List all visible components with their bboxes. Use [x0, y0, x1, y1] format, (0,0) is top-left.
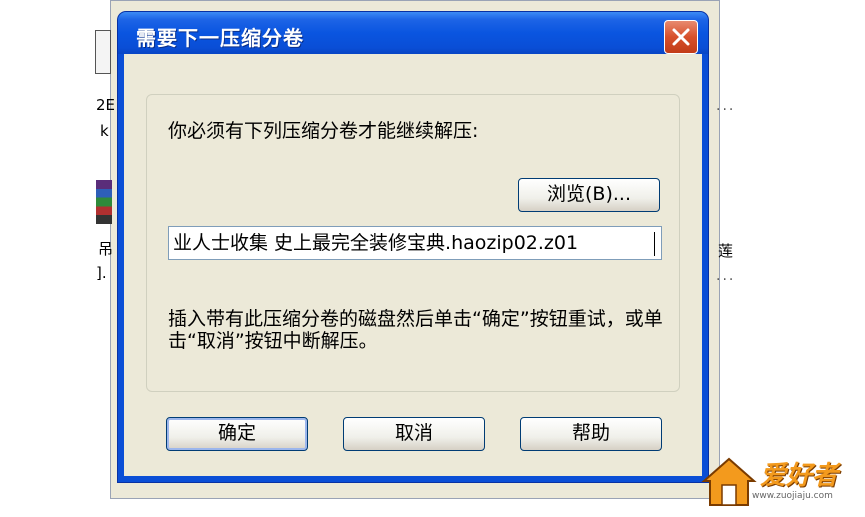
dialog-body: 你必须有下列压缩分卷才能继续解压: 浏览(B)... 业人士收集 史上最完全装修… [124, 54, 702, 476]
file-icon [95, 30, 111, 74]
bg-text-fragment: k [100, 122, 109, 140]
bg-text-fragment: 莲 [718, 242, 734, 260]
close-button[interactable] [664, 20, 698, 54]
instruction-text: 插入带有此压缩分卷的磁盘然后单击“确定”按钮重试，或单击“取消”按钮中断解压。 [168, 308, 663, 352]
house-logo-icon [701, 457, 757, 506]
volume-path-value: 业人士收集 史上最完全装修宝典.haozip02.z01 [173, 232, 579, 254]
bg-text-fragment: ... [716, 98, 736, 114]
site-watermark-logo: 爱好者 www.zuojiaju.com [700, 455, 860, 510]
bg-text-fragment: 2E [96, 96, 116, 114]
help-button[interactable]: 帮助 [520, 417, 662, 451]
volume-path-input[interactable]: 业人士收集 史上最完全装修宝典.haozip02.z01 [168, 226, 662, 260]
browse-button[interactable]: 浏览(B)... [518, 178, 660, 212]
watermark-text: 爱好者 [760, 461, 839, 491]
prompt-text: 你必须有下列压缩分卷才能继续解压: [168, 120, 479, 142]
title-bar[interactable]: 需要下一压缩分卷 [118, 12, 708, 54]
watermark-url: www.zuojiaju.com [752, 491, 833, 501]
bg-text-fragment: ... [716, 268, 736, 284]
archive-icon [96, 180, 112, 224]
text-caret [654, 232, 655, 256]
bg-text-fragment: ]. [96, 264, 107, 282]
next-volume-dialog: 需要下一压缩分卷 你必须有下列压缩分卷才能继续解压: 浏览(B)... 业人士收… [118, 12, 708, 482]
cancel-button[interactable]: 取消 [343, 417, 485, 451]
ok-button[interactable]: 确定 [166, 417, 308, 451]
bg-text-fragment: 吊 [98, 240, 114, 258]
dialog-title: 需要下一压缩分卷 [136, 26, 304, 50]
close-icon [672, 28, 690, 46]
